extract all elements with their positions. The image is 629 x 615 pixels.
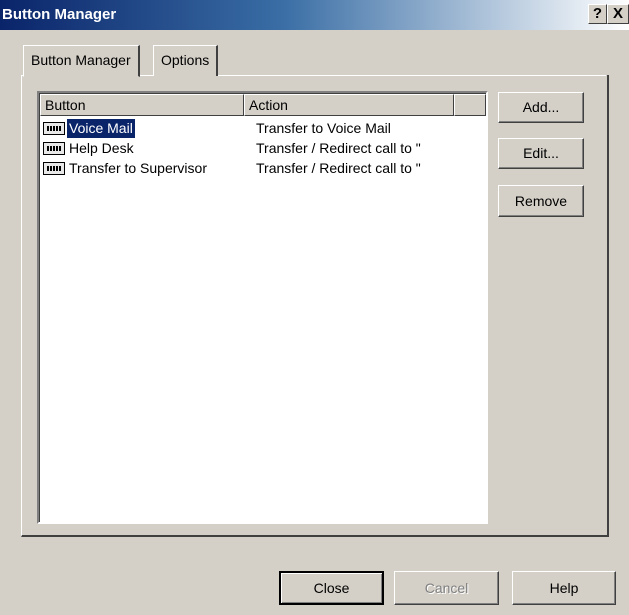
tab-button-manager[interactable]: Button Manager bbox=[23, 45, 140, 77]
edit-button[interactable]: Edit... bbox=[498, 138, 584, 169]
list-item-action: Transfer to Voice Mail bbox=[256, 120, 391, 136]
title-bar[interactable]: Button Manager ? X bbox=[0, 0, 629, 30]
button-icon bbox=[43, 122, 65, 135]
close-button[interactable]: Close bbox=[279, 571, 384, 605]
button-icon bbox=[43, 162, 65, 175]
list-item[interactable]: Help Desk Transfer / Redirect call to " bbox=[42, 139, 482, 158]
column-header-filler bbox=[454, 94, 486, 116]
window-title: Button Manager bbox=[2, 6, 117, 23]
list-item-action: Transfer / Redirect call to " bbox=[256, 160, 421, 176]
button-list[interactable]: Button Action Voice Mail Transfer to Voi… bbox=[37, 91, 488, 524]
list-item-action: Transfer / Redirect call to " bbox=[256, 140, 421, 156]
remove-button[interactable]: Remove bbox=[498, 185, 584, 217]
column-header-button[interactable]: Button bbox=[40, 94, 244, 116]
tab-options[interactable]: Options bbox=[153, 45, 219, 76]
column-header-action[interactable]: Action bbox=[244, 94, 454, 116]
button-icon bbox=[43, 142, 65, 155]
list-item[interactable]: Voice Mail Transfer to Voice Mail bbox=[42, 119, 482, 138]
list-item-name: Help Desk bbox=[69, 140, 134, 156]
close-window-button[interactable]: X bbox=[607, 4, 629, 24]
add-button[interactable]: Add... bbox=[498, 92, 584, 123]
list-item[interactable]: Transfer to Supervisor Transfer / Redire… bbox=[42, 159, 482, 178]
help-title-button[interactable]: ? bbox=[588, 4, 607, 24]
list-item-name: Transfer to Supervisor bbox=[69, 160, 207, 176]
cancel-button[interactable]: Cancel bbox=[394, 571, 499, 605]
list-item-name: Voice Mail bbox=[67, 119, 135, 138]
help-button[interactable]: Help bbox=[512, 571, 616, 605]
